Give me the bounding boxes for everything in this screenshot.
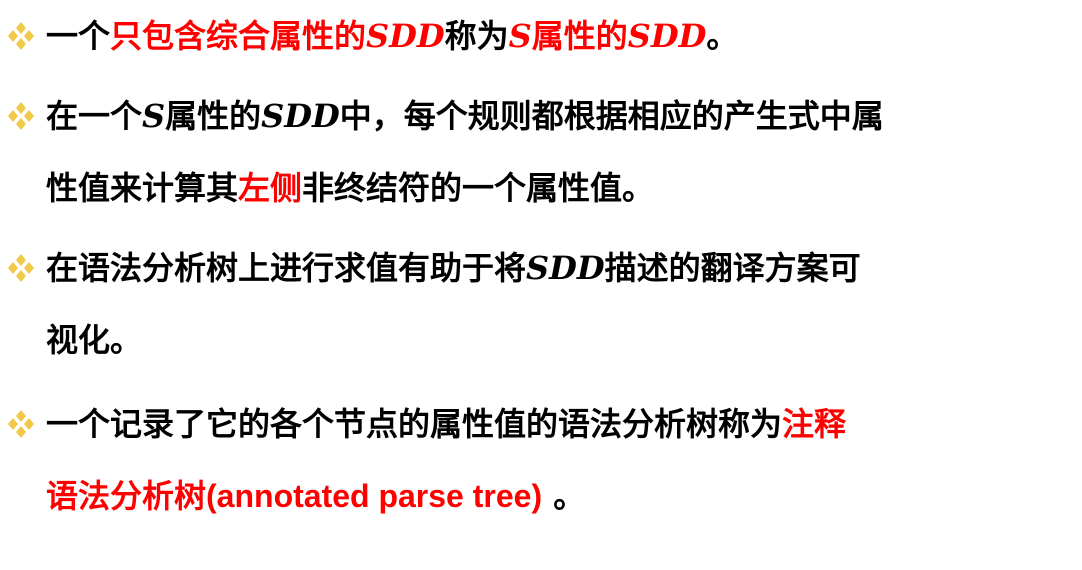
slide: 一个只包含综合属性的SDD称为S属性的SDD。 在一个S属性的SDD中，每个规则… — [0, 0, 1082, 570]
four-diamond-bullet-icon — [8, 254, 34, 282]
bullet-text: 一个记录了它的各个节点的属性值的语法分析树称为注释 语法分析树(annotated… — [46, 405, 847, 515]
four-diamond-bullet-icon — [8, 22, 34, 50]
four-diamond-bullet-icon — [8, 410, 34, 438]
bullet-text: 在一个S属性的SDD中，每个规则都根据相应的产生式中属 性值来计算其左侧非终结符的… — [46, 97, 884, 207]
bullet-text: 一个只包含综合属性的SDD称为S属性的SDD。 — [46, 17, 739, 55]
four-diamond-bullet-icon — [8, 102, 34, 130]
bullet-text: 在语法分析树上进行求值有助于将SDD描述的翻译方案可 视化。 — [46, 249, 861, 359]
